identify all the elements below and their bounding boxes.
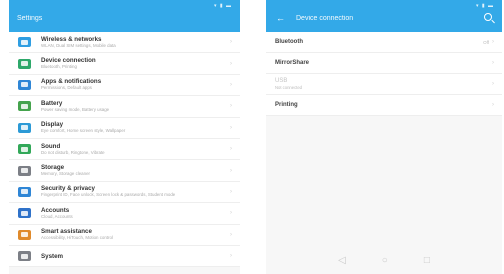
device-connection-item-text: Printing	[275, 102, 492, 109]
settings-item-title: Security & privacy	[41, 185, 95, 193]
sound-icon	[18, 144, 31, 155]
device-connection-app-bar: ▾ ▮ ▬ ← Device connection	[266, 0, 502, 32]
chevron-right-icon: ›	[230, 81, 232, 88]
nav-home-icon[interactable]: ○	[382, 255, 388, 266]
settings-item-subtitle: Cloud, Accounts	[41, 213, 73, 219]
nav-recents-icon[interactable]: □	[424, 255, 430, 266]
security-icon	[18, 186, 31, 197]
settings-item-subtitle: Permissions, Default apps	[41, 85, 93, 91]
settings-item[interactable]: Wireless & networks WLAN, Dual SIM settin…	[9, 32, 240, 54]
settings-item[interactable]: Storage Memory, Storage cleaner ›	[9, 160, 240, 182]
settings-item-text: Wireless & networks WLAN, Dual SIM settin…	[41, 36, 226, 49]
device-connection-item[interactable]: Printing ›	[266, 95, 502, 116]
chevron-right-icon: ›	[230, 103, 232, 110]
device-connection-item-subtitle: Not connected	[275, 84, 303, 90]
settings-item-title: System	[41, 252, 64, 260]
settings-list: Wireless & networks WLAN, Dual SIM settin…	[9, 32, 240, 268]
device-connection-item[interactable]: Bluetooth Off ›	[266, 32, 502, 53]
chevron-right-icon: ›	[492, 102, 494, 108]
device-connection-item[interactable]: MirrorShare ›	[266, 53, 502, 74]
settings-item[interactable]: Apps & notifications Permissions, Default…	[9, 75, 240, 97]
back-arrow-icon[interactable]: ←	[276, 13, 285, 23]
chevron-right-icon: ›	[492, 39, 494, 45]
smart-assistance-icon	[18, 229, 31, 240]
settings-item-text: Security & privacy Fingerprint ID, Face u…	[41, 185, 226, 198]
settings-item[interactable]: System ›	[9, 246, 240, 268]
status-bar-icons: ▾ ▮ ▬	[213, 3, 232, 9]
page-title: Settings	[17, 15, 43, 22]
settings-app-bar: ▾ ▮ ▬ Settings	[9, 0, 240, 32]
device-connection-item-title: USB	[275, 77, 288, 84]
device-connection-item: USB Not connected ›	[266, 74, 502, 95]
settings-item-text: Apps & notifications Permissions, Default…	[41, 78, 226, 91]
settings-item-title: Wireless & networks	[41, 35, 102, 43]
status-bar-icons: ▾ ▮ ▬	[475, 3, 494, 9]
apps-icon	[18, 79, 31, 90]
system-icon	[18, 251, 31, 262]
device-connection-item-value: Off	[483, 39, 489, 45]
settings-item-text: Display Eye comfort, Home screen style, W…	[41, 121, 226, 134]
device-connection-item-title: Bluetooth	[275, 38, 303, 45]
settings-item[interactable]: Accounts Cloud, Accounts ›	[9, 203, 240, 225]
settings-item-title: Device connection	[41, 57, 96, 65]
storage-icon	[18, 165, 31, 176]
settings-item-text: Sound Do not disturb, Ringtone, Vibrate	[41, 143, 226, 156]
chevron-right-icon: ›	[492, 60, 494, 66]
device-connection-item-text: MirrorShare	[275, 60, 492, 67]
settings-item-text: Battery Power saving mode, Battery usage	[41, 100, 226, 113]
search-icon[interactable]	[484, 13, 492, 21]
settings-item[interactable]: Security & privacy Fingerprint ID, Face u…	[9, 182, 240, 204]
device-connection-list: Bluetooth Off › MirrorShare › USB Not connecte…	[266, 32, 502, 116]
chevron-right-icon: ›	[230, 188, 232, 195]
device-connection-item-title: Printing	[275, 101, 298, 108]
settings-item-title: Sound	[41, 142, 61, 150]
display-icon	[18, 122, 31, 133]
settings-item-title: Storage	[41, 164, 65, 172]
settings-item-title: Battery	[41, 99, 63, 107]
settings-item-text: Storage Memory, Storage cleaner	[41, 164, 226, 177]
settings-item-subtitle: Fingerprint ID, Face unlock, Screen lock…	[41, 192, 176, 198]
settings-item-text: Smart assistance Accessibility, HiTouch, …	[41, 228, 226, 241]
accounts-icon	[18, 208, 31, 219]
settings-item[interactable]: Battery Power saving mode, Battery usage ›	[9, 96, 240, 118]
chevron-right-icon: ›	[230, 60, 232, 67]
settings-item-subtitle: WLAN, Dual SIM settings, Mobile data	[41, 42, 116, 48]
settings-item-title: Smart assistance	[41, 228, 92, 236]
chevron-right-icon: ›	[230, 253, 232, 260]
navigation-bar: ◁ ○ □	[266, 246, 502, 274]
settings-item-subtitle: Eye comfort, Home screen style, Wallpape…	[41, 128, 126, 134]
settings-item[interactable]: Sound Do not disturb, Ringtone, Vibrate ›	[9, 139, 240, 161]
settings-item-text: Accounts Cloud, Accounts	[41, 207, 226, 220]
chevron-right-icon: ›	[230, 210, 232, 217]
settings-item-subtitle: Bluetooth, Printing	[41, 64, 77, 70]
chevron-right-icon: ›	[230, 167, 232, 174]
settings-item-title: Display	[41, 121, 64, 129]
chevron-right-icon: ›	[230, 146, 232, 153]
chevron-right-icon: ›	[230, 124, 232, 131]
chevron-right-icon: ›	[230, 39, 232, 46]
device-connection-item-text: USB Not connected	[275, 78, 492, 91]
device-connection-item-text: Bluetooth	[275, 39, 483, 46]
nav-back-icon[interactable]: ◁	[338, 255, 346, 266]
settings-item-subtitle: Memory, Storage cleaner	[41, 171, 90, 177]
settings-screen: ▾ ▮ ▬ Settings Wireless & networks WLAN, …	[9, 0, 240, 274]
device-connection-icon	[18, 58, 31, 69]
device-connection-item-title: MirrorShare	[275, 59, 310, 66]
settings-item-subtitle: Do not disturb, Ringtone, Vibrate	[41, 149, 105, 155]
wireless-icon	[18, 37, 31, 48]
chevron-right-icon: ›	[230, 231, 232, 238]
page-title: Device connection	[296, 15, 354, 22]
settings-item-title: Apps & notifications	[41, 78, 102, 86]
settings-item[interactable]: Display Eye comfort, Home screen style, W…	[9, 118, 240, 139]
settings-item-subtitle: Accessibility, HiTouch, Motion control	[41, 235, 113, 241]
chevron-right-icon: ›	[492, 81, 494, 87]
settings-item-text: System	[41, 253, 226, 260]
settings-item[interactable]: Smart assistance Accessibility, HiTouch, …	[9, 225, 240, 246]
settings-item-title: Accounts	[41, 206, 70, 214]
battery-icon	[18, 101, 31, 112]
device-connection-screen: ▾ ▮ ▬ ← Device connection Bluetooth Off › M…	[266, 0, 502, 274]
settings-item-text: Device connection Bluetooth, Printing	[41, 57, 226, 70]
settings-item-subtitle: Power saving mode, Battery usage	[41, 106, 110, 112]
settings-item[interactable]: Device connection Bluetooth, Printing ›	[9, 53, 240, 75]
